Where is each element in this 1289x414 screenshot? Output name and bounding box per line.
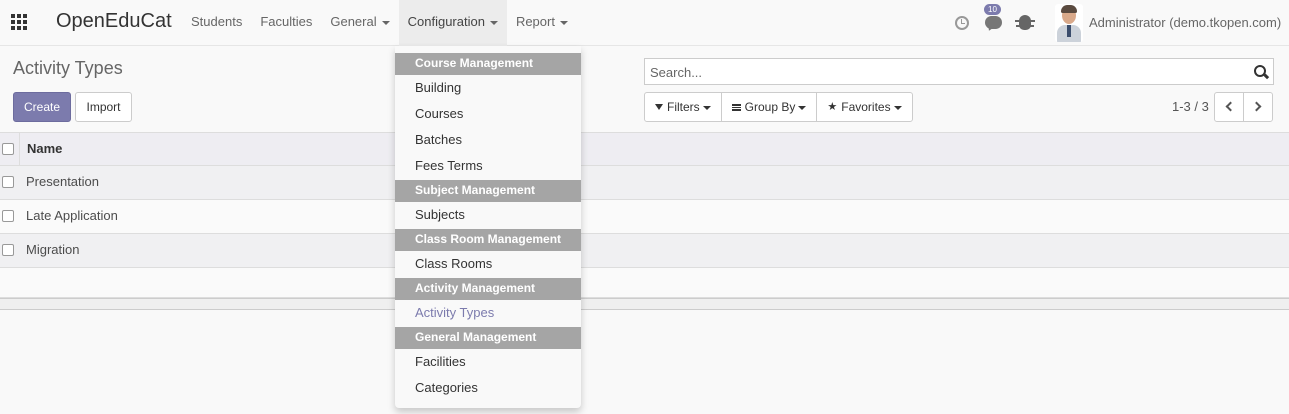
group-by-button[interactable]: Group By — [720, 92, 818, 122]
top-navbar: OpenEduCat Students Faculties General Co… — [0, 0, 1289, 46]
menu-item-building[interactable]: Building — [395, 75, 581, 101]
menu-item-subjects[interactable]: Subjects — [395, 202, 581, 228]
menu-item-categories[interactable]: Categories — [395, 375, 581, 401]
menu-item-batches[interactable]: Batches — [395, 127, 581, 153]
row-name-cell: Presentation — [26, 174, 99, 189]
menu-section-general-management: General Management — [395, 327, 581, 349]
favorites-label: Favorites — [841, 100, 891, 114]
menu-section-course-management: Course Management — [395, 53, 581, 75]
select-all-checkbox[interactable] — [2, 143, 14, 155]
menu-faculties[interactable]: Faculties — [251, 0, 321, 46]
pager-value[interactable]: 1-3 / 3 — [1172, 99, 1209, 114]
favorites-button[interactable]: ★ Favorites — [816, 92, 913, 122]
menu-section-activity-management: Activity Management — [395, 278, 581, 300]
star-icon: ★ — [827, 100, 838, 113]
menu-students-label: Students — [191, 14, 243, 29]
menu-configuration[interactable]: Configuration — [398, 0, 507, 46]
chat-icon[interactable] — [985, 16, 1002, 29]
menu-configuration-label: Configuration — [407, 14, 485, 29]
search-input[interactable] — [650, 63, 1240, 81]
menu-item-fees-terms[interactable]: Fees Terms — [395, 153, 581, 179]
menu-report[interactable]: Report — [507, 0, 577, 46]
main-menu: Students Faculties General Configuration… — [182, 0, 577, 46]
avatar[interactable] — [1055, 4, 1083, 42]
caret-down-icon — [381, 20, 390, 25]
row-checkbox[interactable] — [2, 244, 14, 256]
pager-buttons — [1214, 92, 1273, 122]
caret-down-icon — [798, 105, 807, 110]
menu-students[interactable]: Students — [182, 0, 251, 46]
pager-previous-button[interactable] — [1214, 92, 1244, 122]
row-name-cell: Migration — [26, 242, 80, 257]
clock-icon[interactable] — [955, 16, 969, 30]
pager-next-button[interactable] — [1243, 92, 1273, 122]
table-header: Name — [0, 132, 1289, 166]
menu-section-subject-management: Subject Management — [395, 180, 581, 202]
user-menu[interactable]: Administrator (demo.tkopen.com) — [1089, 15, 1281, 30]
chevron-left-icon — [1225, 101, 1236, 112]
bug-icon[interactable] — [1015, 15, 1035, 30]
caret-down-icon — [702, 105, 711, 110]
caret-down-icon — [559, 20, 568, 25]
create-button[interactable]: Create — [13, 92, 71, 122]
funnel-icon — [655, 103, 663, 110]
row-checkbox[interactable] — [2, 210, 14, 222]
apps-grid-icon[interactable] — [11, 14, 29, 32]
table-row[interactable]: Migration — [0, 234, 1289, 268]
column-header-name[interactable]: Name — [27, 141, 62, 156]
page-title: Activity Types — [13, 58, 123, 78]
messages-badge: 10 — [984, 4, 1001, 15]
import-button[interactable]: Import — [75, 92, 132, 122]
menu-item-courses[interactable]: Courses — [395, 101, 581, 127]
group-by-label: Group By — [744, 100, 796, 114]
control-panel: Activity Types Create Import Filters Gro… — [0, 47, 1289, 133]
menu-item-activity-types[interactable]: Activity Types — [395, 300, 581, 326]
row-name-cell: Late Application — [26, 208, 118, 223]
table-row[interactable]: Presentation — [0, 166, 1289, 200]
menu-report-label: Report — [515, 14, 555, 29]
chevron-right-icon — [1251, 101, 1262, 112]
menu-general[interactable]: General — [321, 0, 398, 46]
menu-general-label: General — [330, 14, 377, 29]
menu-item-facilities[interactable]: Facilities — [395, 349, 581, 375]
list-view: Name Presentation Late Application Migra… — [0, 132, 1289, 298]
menu-section-class-room-management: Class Room Management — [395, 229, 581, 251]
caret-down-icon — [489, 20, 498, 25]
filters-label: Filters — [667, 100, 700, 114]
caret-down-icon — [893, 105, 902, 110]
row-checkbox[interactable] — [2, 176, 14, 188]
table-row[interactable]: Late Application — [0, 200, 1289, 234]
filters-button[interactable]: Filters — [644, 92, 722, 122]
menu-item-class-rooms[interactable]: Class Rooms — [395, 251, 581, 277]
list-icon — [731, 103, 741, 111]
search-icon[interactable] — [1254, 65, 1266, 77]
search-options: Filters Group By ★ Favorites — [644, 92, 913, 122]
menu-faculties-label: Faculties — [260, 14, 313, 29]
list-footer — [0, 298, 1289, 310]
column-divider — [19, 133, 20, 165]
configuration-dropdown-menu: Course Management Building Courses Batch… — [395, 46, 581, 408]
brand-title[interactable]: OpenEduCat — [56, 10, 172, 33]
empty-row — [0, 268, 1289, 298]
search-box — [644, 58, 1274, 85]
